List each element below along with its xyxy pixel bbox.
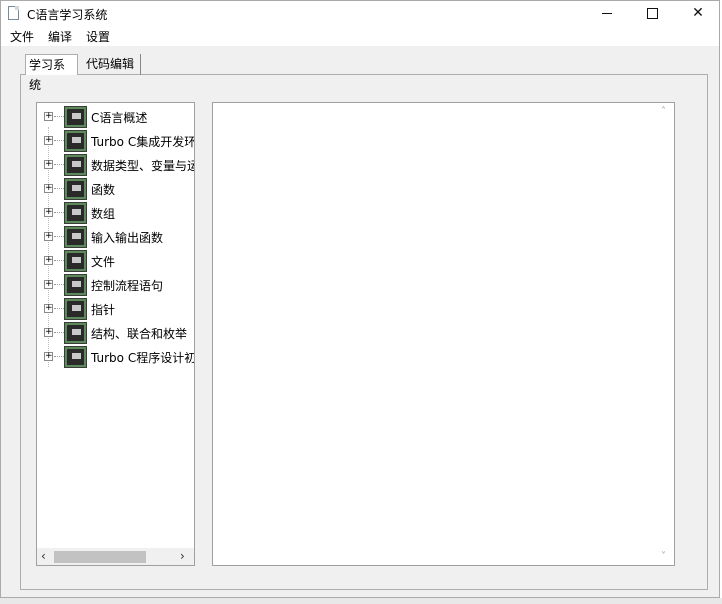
tree-item-label: 指针 xyxy=(91,303,116,317)
tree-item-label: 数组 xyxy=(91,207,116,221)
expand-plus-icon[interactable]: + xyxy=(44,232,53,241)
tree-item-label: 输入输出函数 xyxy=(91,231,164,245)
main-window: C语言学习系统 ✕ 文件 编译 设置 学习系统 代码编辑 + C语言概述 + Turb… xyxy=(0,0,720,598)
tree-item-label: C语言概述 xyxy=(91,111,148,125)
tree-item[interactable]: + 文件 xyxy=(37,249,194,273)
menu-settings[interactable]: 设置 xyxy=(86,28,110,45)
book-icon xyxy=(64,154,87,176)
tab-learning-system[interactable]: 学习系统 xyxy=(25,54,78,92)
expand-plus-icon[interactable]: + xyxy=(44,208,53,217)
tree-connector xyxy=(54,356,64,357)
tree-connector xyxy=(54,212,64,213)
close-icon: ✕ xyxy=(692,5,704,21)
expand-plus-icon[interactable]: + xyxy=(44,328,53,337)
book-icon xyxy=(64,106,87,128)
title-bar[interactable]: C语言学习系统 ✕ xyxy=(1,1,719,26)
expand-plus-icon[interactable]: + xyxy=(44,184,53,193)
tree-horizontal-scrollbar[interactable]: ‹ › xyxy=(37,548,194,565)
tree-item-label: 结构、联合和枚举 xyxy=(91,327,188,341)
expand-plus-icon[interactable]: + xyxy=(44,160,53,169)
window-title: C语言学习系统 xyxy=(27,8,108,22)
tree-item-label: Turbo C程序设计初 xyxy=(91,351,195,365)
tree-item[interactable]: + 输入输出函数 xyxy=(37,225,194,249)
tree-item-label: 数据类型、变量与运 xyxy=(91,159,195,173)
tree-connector xyxy=(54,260,64,261)
content-area[interactable]: ˄ ˅ xyxy=(212,102,675,566)
tree-connector xyxy=(54,308,64,309)
tree-connector xyxy=(54,236,64,237)
expand-plus-icon[interactable]: + xyxy=(44,256,53,265)
tree-item[interactable]: + 控制流程语句 xyxy=(37,273,194,297)
book-icon xyxy=(64,202,87,224)
expand-plus-icon[interactable]: + xyxy=(44,352,53,361)
expand-plus-icon[interactable]: + xyxy=(44,136,53,145)
scrollbar-thumb[interactable] xyxy=(54,551,146,563)
document-icon xyxy=(8,6,19,20)
tree-connector xyxy=(54,164,64,165)
tree-item-label: 函数 xyxy=(91,183,116,197)
tree-item-label: Turbo C集成开发环 xyxy=(91,135,195,149)
tree-item[interactable]: + 函数 xyxy=(37,177,194,201)
minimize-icon xyxy=(602,12,612,14)
book-icon xyxy=(64,130,87,152)
menu-file[interactable]: 文件 xyxy=(10,28,34,45)
tree-item[interactable]: + 数据类型、变量与运 xyxy=(37,153,195,177)
topic-tree[interactable]: + C语言概述 + Turbo C集成开发环 + 数据类型、变量与运 + 函数 + 数组 + 输入输出… xyxy=(36,102,195,566)
scroll-left-icon[interactable]: ‹ xyxy=(41,549,46,563)
tree-item[interactable]: + 数组 xyxy=(37,201,194,225)
scroll-down-icon[interactable]: ˅ xyxy=(661,551,666,562)
menu-bar: 文件 编译 设置 xyxy=(1,26,719,46)
tree-item[interactable]: + C语言概述 xyxy=(37,105,194,129)
book-icon xyxy=(64,274,87,296)
tree-item[interactable]: + Turbo C程序设计初 xyxy=(37,345,195,369)
tab-code-editor[interactable]: 代码编辑 xyxy=(83,54,141,75)
expand-plus-icon[interactable]: + xyxy=(44,280,53,289)
expand-plus-icon[interactable]: + xyxy=(44,304,53,313)
tree-connector xyxy=(54,140,64,141)
tree-connector xyxy=(54,188,64,189)
book-icon xyxy=(64,250,87,272)
maximize-button[interactable] xyxy=(629,1,675,26)
menu-compile[interactable]: 编译 xyxy=(48,28,72,45)
scroll-right-icon[interactable]: › xyxy=(180,549,185,563)
minimize-button[interactable] xyxy=(584,1,630,26)
book-icon xyxy=(64,322,87,344)
tree-connector xyxy=(54,116,64,117)
tree-item-label: 文件 xyxy=(91,255,116,269)
scroll-up-icon[interactable]: ˄ xyxy=(661,106,666,117)
tree-item[interactable]: + Turbo C集成开发环 xyxy=(37,129,195,153)
maximize-icon xyxy=(646,7,658,19)
book-icon xyxy=(64,178,87,200)
tree-item[interactable]: + 指针 xyxy=(37,297,194,321)
content-vertical-scrollbar[interactable]: ˄ ˅ xyxy=(657,103,674,565)
book-icon xyxy=(64,298,87,320)
tree-item-label: 控制流程语句 xyxy=(91,279,164,293)
book-icon xyxy=(64,226,87,248)
tree-connector xyxy=(54,284,64,285)
book-icon xyxy=(64,346,87,368)
close-button[interactable]: ✕ xyxy=(675,1,719,26)
background-window-strip xyxy=(0,598,722,604)
tree-item[interactable]: + 结构、联合和枚举 xyxy=(37,321,194,345)
tree-connector xyxy=(54,332,64,333)
expand-plus-icon[interactable]: + xyxy=(44,112,53,121)
